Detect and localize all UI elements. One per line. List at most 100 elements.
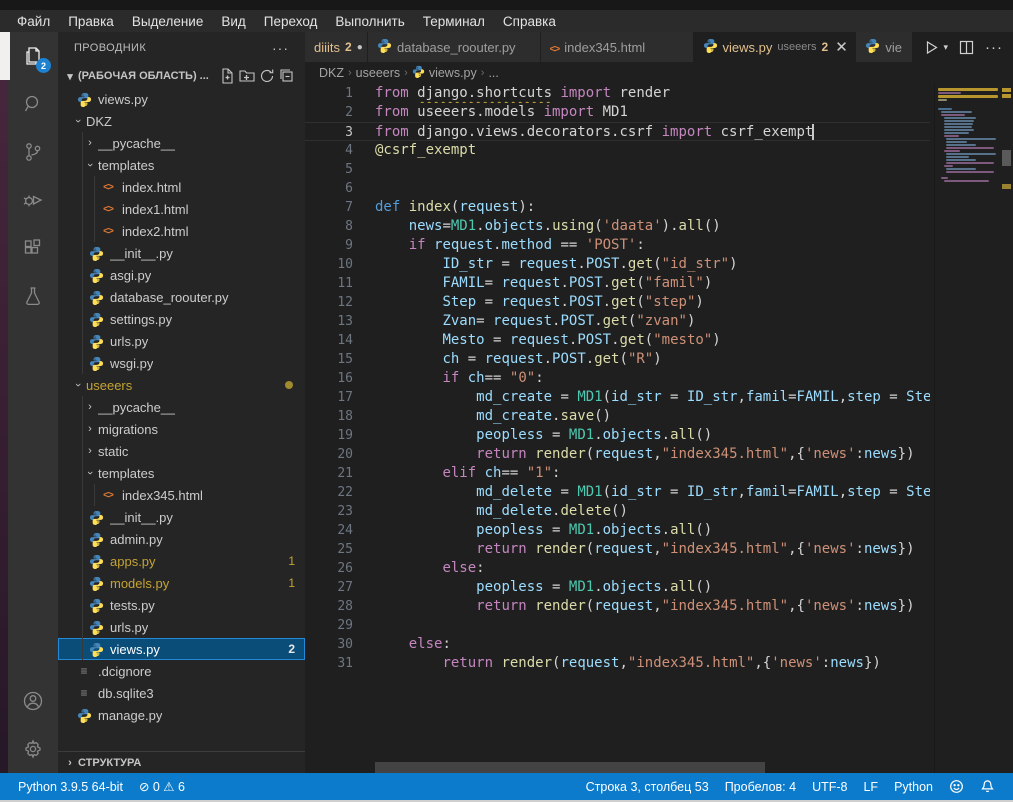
status-encoding[interactable]: UTF-8 [804,773,855,800]
breadcrumb-item-useeers[interactable]: useeers [356,66,400,80]
tree-file-database-roouter-py[interactable]: database_roouter.py [58,286,305,308]
run-dropdown-icon[interactable]: ▾ [943,42,948,53]
tree-file-asgi-py[interactable]: asgi.py [58,264,305,286]
source-control-icon[interactable] [8,128,58,176]
account-icon[interactable] [8,677,58,725]
tree-file--init-py[interactable]: __init__.py [58,242,305,264]
minimap-line [944,132,970,134]
tree-file-tests-py[interactable]: tests.py [58,594,305,616]
menu-item-8[interactable]: Справка [494,12,565,31]
breadcrumb-item--[interactable]: ... [488,66,498,80]
tree-folder--pycache-[interactable]: ›__pycache__ [58,396,305,418]
tree-file-admin-py[interactable]: admin.py [58,528,305,550]
tree-folder-useeers[interactable]: ›useeers [58,374,305,396]
tree-file-index345-html[interactable]: <>index345.html [58,484,305,506]
text-file-icon: ≡ [76,663,92,679]
tree-item-label: views.py [110,642,160,657]
tab-views-py[interactable]: views.pyuseeers2✕ [694,32,857,62]
status-problems[interactable]: ⊘ 0 ⚠ 6 [131,773,193,800]
tree-file-index-html[interactable]: <>index.html [58,176,305,198]
tree-folder-dkz[interactable]: ›DKZ [58,110,305,132]
tree-file--dcignore[interactable]: ≡.dcignore [58,660,305,682]
settings-icon[interactable] [8,725,58,773]
indent-guide [82,528,83,550]
more-actions-icon[interactable]: ··· [985,39,1003,56]
search-icon[interactable] [8,80,58,128]
tree-file-wsgi-py[interactable]: wsgi.py [58,352,305,374]
refresh-icon[interactable] [259,68,275,84]
tree-file-urls-py[interactable]: urls.py [58,330,305,352]
status-cursor-position[interactable]: Строка 3, столбец 53 [578,773,717,800]
new-file-icon[interactable] [219,68,235,84]
ruler-scroll-mark [1002,150,1011,166]
menu-item-3[interactable]: Выделение [123,12,213,31]
tree-folder-migrations[interactable]: ›migrations [58,418,305,440]
tree-folder--pycache-[interactable]: ›__pycache__ [58,132,305,154]
split-editor-icon[interactable] [958,39,975,56]
breadcrumb-item-views-py[interactable]: views.py [429,66,477,80]
minimap-line [946,144,976,146]
tree-folder-static[interactable]: ›static [58,440,305,462]
close-icon[interactable]: ✕ [835,38,848,56]
menu-item-2[interactable]: Правка [59,12,123,31]
run-file-icon[interactable] [923,39,940,56]
menu-item-7[interactable]: Терминал [414,12,494,31]
code-editor[interactable]: 1from django.shortcuts import render2fro… [305,84,930,773]
tree-file-models-py[interactable]: models.py1 [58,572,305,594]
tree-file-urls-py[interactable]: urls.py [58,616,305,638]
menu-item-4[interactable]: Вид [212,12,254,31]
tree-file-settings-py[interactable]: settings.py [58,308,305,330]
testing-icon[interactable] [8,272,58,320]
tree-file-index2-html[interactable]: <>index2.html [58,220,305,242]
tab-diiits[interactable]: diiits2● [305,32,368,62]
indent-guide [94,176,95,198]
menu-item-1[interactable]: Файл [8,12,59,31]
tree-folder-templates[interactable]: ›templates [58,154,305,176]
line-number: 28 [305,597,375,616]
line-number: 10 [305,255,375,274]
tab-index345-html[interactable]: <>index345.html [541,32,694,62]
code-line-5: 5 [305,160,930,179]
breadcrumb-item-dkz[interactable]: DKZ [319,66,344,80]
tree-file-db-sqlite3[interactable]: ≡db.sqlite3 [58,682,305,704]
status-python-version[interactable]: Python 3.9.5 64-bit [10,773,131,800]
tree-item-label: __init__.py [110,246,173,261]
tab-bar: diiits2●database_roouter.py<>index345.ht… [305,32,1013,62]
tab-database-roouter-py[interactable]: database_roouter.py [368,32,541,62]
code-line-text [375,616,930,635]
tree-item-label: views.py [98,92,148,107]
menu-item-6[interactable]: Выполнить [326,12,413,31]
tree-folder-templates[interactable]: ›templates [58,462,305,484]
extensions-icon[interactable] [8,224,58,272]
status-language-mode[interactable]: Python [886,773,941,800]
explorer-more-actions-icon[interactable]: ··· [272,40,289,56]
tree-file-apps-py[interactable]: apps.py1 [58,550,305,572]
collapse-all-icon[interactable] [279,68,295,84]
code-line-20: 20 return render(request,"index345.html"… [305,445,930,464]
tree-file-manage-py[interactable]: manage.py [58,704,305,726]
tree-file--init-py[interactable]: __init__.py [58,506,305,528]
indent-guide [82,132,83,154]
workspace-section-header[interactable]: ▾ (РАБОЧАЯ ОБЛАСТЬ) ... [58,64,305,88]
bell-icon[interactable] [972,773,1003,800]
tree-file-index1-html[interactable]: <>index1.html [58,198,305,220]
indent-guide [82,550,83,572]
menu-item-5[interactable]: Переход [255,12,327,31]
outline-section-header[interactable]: › СТРУКТУРА [58,751,305,773]
tab-vie[interactable]: vie [856,32,913,62]
horizontal-scrollbar[interactable] [375,762,765,773]
run-debug-icon[interactable] [8,176,58,224]
feedback-smiley-icon[interactable] [941,773,972,800]
status-indentation[interactable]: Пробелов: 4 [717,773,804,800]
line-number: 21 [305,464,375,483]
explorer-icon[interactable]: 2 [8,32,58,80]
tree-file-views-py[interactable]: views.py2 [58,638,305,660]
minimap[interactable] [934,84,1000,773]
status-eol[interactable]: LF [855,773,886,800]
html-file-icon: <> [100,223,116,239]
code-line-text: def index(request): [375,198,930,217]
tree-file-views-py[interactable]: views.py [58,88,305,110]
code-line-text: Mesto = request.POST.get("mesto") [375,331,930,350]
tree-item-label: admin.py [110,532,163,547]
new-folder-icon[interactable] [239,68,255,84]
